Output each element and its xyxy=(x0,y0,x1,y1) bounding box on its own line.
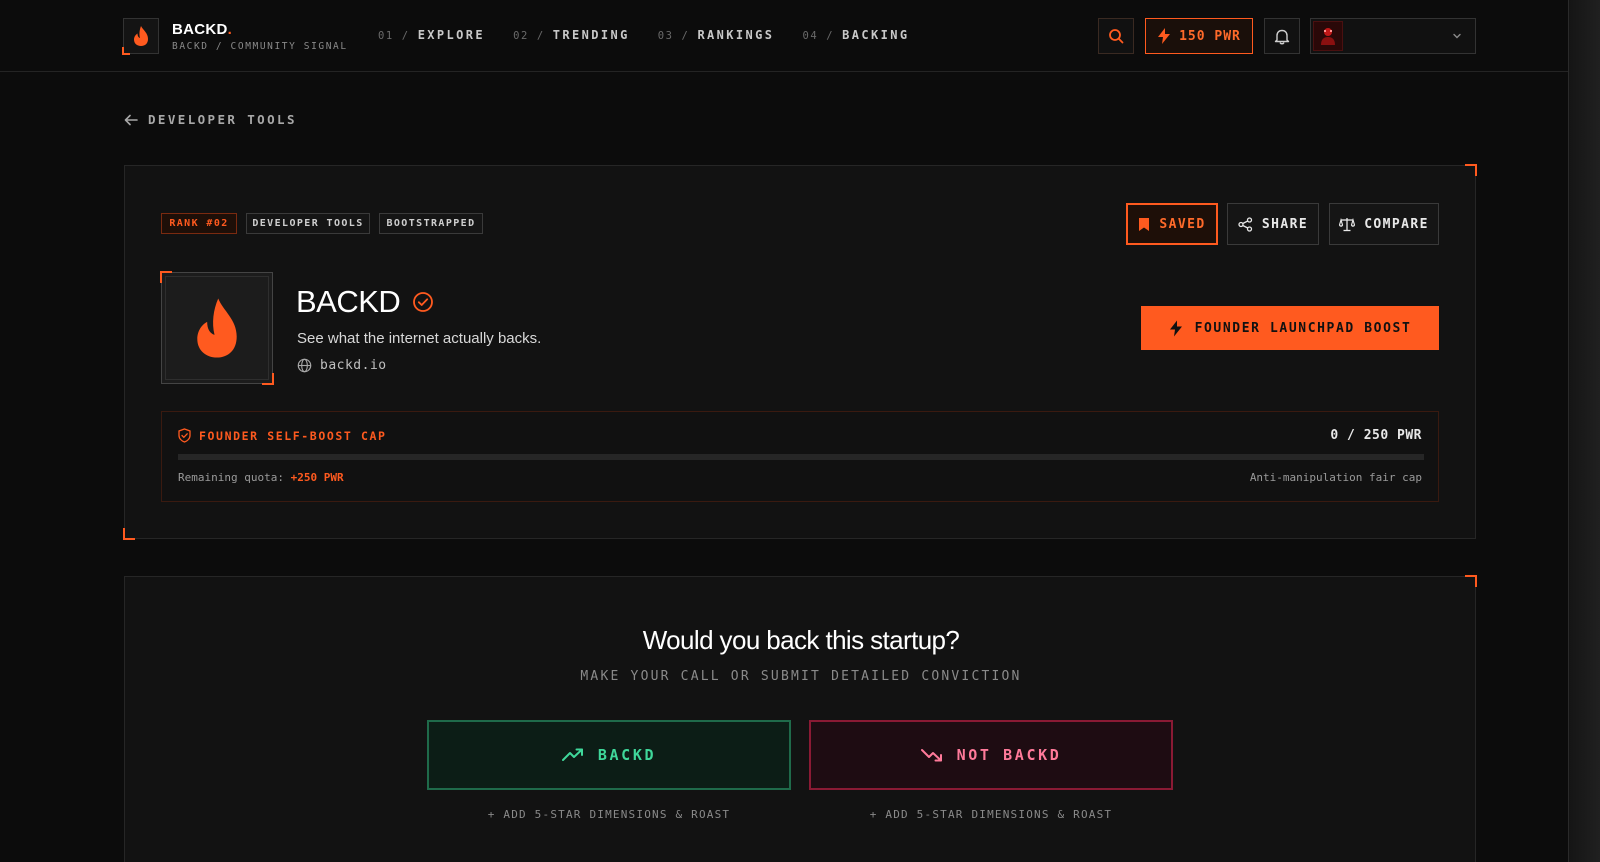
startup-logo xyxy=(160,271,274,385)
not-backd-vote-button[interactable]: NOT BACKD xyxy=(809,720,1173,790)
vote-question: Would you back this startup? xyxy=(642,625,960,655)
cap-progress-bar xyxy=(178,454,1424,460)
globe-icon xyxy=(297,358,312,373)
chevron-down-icon xyxy=(1453,33,1461,39)
cap-remaining-value: +250 PWR xyxy=(290,471,344,484)
startup-website-link[interactable]: backd.io xyxy=(297,358,387,373)
corner-accent xyxy=(122,47,130,55)
avatar-icon xyxy=(1321,28,1335,45)
nav-item-backing[interactable]: 04 / BACKING xyxy=(802,28,909,42)
power-balance-label: 150 PWR xyxy=(1179,28,1241,44)
nav-label: BACKING xyxy=(842,28,910,42)
window-edge xyxy=(1568,0,1600,862)
share-button[interactable]: SHARE xyxy=(1227,203,1319,245)
corner-accent xyxy=(160,271,172,283)
nav-label: RANKINGS xyxy=(697,28,775,42)
nav-links: 01 / EXPLORE 02 / TRENDING 03 / RANKINGS 04… xyxy=(378,28,910,42)
trend-down-icon xyxy=(920,749,942,762)
power-balance-button[interactable]: 150 PWR xyxy=(1145,18,1253,54)
arrow-left-icon xyxy=(124,114,138,125)
startup-name: BACKD xyxy=(296,284,434,320)
bolt-icon xyxy=(1169,320,1182,336)
compare-button[interactable]: COMPARE xyxy=(1329,203,1439,245)
category-tag[interactable]: DEVELOPER TOOLS xyxy=(246,213,370,234)
saved-button[interactable]: SAVED xyxy=(1126,203,1218,245)
compare-label: COMPARE xyxy=(1364,216,1429,232)
cap-remaining: Remaining quota: +250 PWR xyxy=(178,471,344,484)
avatar xyxy=(1313,21,1343,51)
startup-logo-inner xyxy=(165,276,269,380)
top-navigation: BACKD. BACKD / COMMUNITY SIGNAL 01 / EXPL… xyxy=(0,0,1600,72)
brand-name[interactable]: BACKD. xyxy=(172,21,232,38)
corner-accent xyxy=(262,373,274,385)
backd-vote-label: BACKD xyxy=(597,746,657,764)
nav-number: 04 / xyxy=(802,30,835,42)
window-edge-inner xyxy=(1568,0,1600,862)
corner-accent xyxy=(1465,575,1477,587)
cap-remaining-label: Remaining quota: xyxy=(178,471,284,484)
notifications-button[interactable] xyxy=(1264,18,1300,54)
saved-label: SAVED xyxy=(1159,216,1206,232)
trend-up-icon xyxy=(561,748,583,761)
back-link-label: DEVELOPER TOOLS xyxy=(148,112,297,127)
backd-detail-link[interactable]: + ADD 5-STAR DIMENSIONS & ROAST xyxy=(427,808,791,821)
startup-card: RANK #02 DEVELOPER TOOLS BOOTSTRAPPED SA… xyxy=(123,164,1477,540)
not-backd-detail-link[interactable]: + ADD 5-STAR DIMENSIONS & ROAST xyxy=(809,808,1173,821)
bookmark-icon xyxy=(1139,217,1150,231)
founder-launchpad-boost-button[interactable]: FOUNDER LAUNCHPAD BOOST xyxy=(1141,306,1439,350)
nav-number: 02 / xyxy=(513,30,545,42)
bell-icon xyxy=(1274,29,1290,44)
cap-note: Anti-manipulation fair cap xyxy=(1249,471,1422,484)
cap-value: 0 / 250 PWR xyxy=(1330,428,1422,443)
corner-accent xyxy=(1465,164,1477,176)
nav-number: 01 / xyxy=(378,30,410,42)
shield-icon xyxy=(178,428,191,443)
vote-subtitle: MAKE YOUR CALL OR SUBMIT DETAILED CONVIC… xyxy=(580,669,1022,684)
boost-label: FOUNDER LAUNCHPAD BOOST xyxy=(1194,320,1412,336)
stage-tag[interactable]: BOOTSTRAPPED xyxy=(379,213,483,234)
verified-icon xyxy=(413,292,434,312)
share-icon xyxy=(1238,216,1253,232)
backd-vote-button[interactable]: BACKD xyxy=(427,720,791,790)
share-label: SHARE xyxy=(1261,216,1309,232)
self-boost-cap-panel: FOUNDER SELF-BOOST CAP 0 / 250 PWR Remai… xyxy=(161,411,1439,502)
nav-label: EXPLORE xyxy=(417,28,486,42)
nav-item-rankings[interactable]: 03 / RANKINGS xyxy=(658,28,775,42)
corner-accent xyxy=(123,528,135,540)
search-icon xyxy=(1109,29,1124,44)
cap-title: FOUNDER SELF-BOOST CAP xyxy=(178,428,387,443)
nav-label: TRENDING xyxy=(552,28,630,42)
user-menu[interactable] xyxy=(1310,18,1476,54)
flame-icon xyxy=(134,26,148,46)
scale-icon xyxy=(1339,217,1356,231)
vote-card: Would you back this startup? MAKE YOUR C… xyxy=(124,575,1477,862)
search-button[interactable] xyxy=(1098,18,1134,54)
brand-subtitle: BACKD / COMMUNITY SIGNAL xyxy=(172,41,348,52)
cap-title-text: FOUNDER SELF-BOOST CAP xyxy=(199,428,387,443)
startup-tagline: See what the internet actually backs. xyxy=(297,330,542,347)
startup-name-text: BACKD xyxy=(296,284,401,319)
website-text: backd.io xyxy=(320,358,387,373)
brand-logo[interactable] xyxy=(122,18,159,55)
not-backd-vote-label: NOT BACKD xyxy=(956,746,1062,764)
bolt-icon xyxy=(1158,28,1171,44)
flame-icon xyxy=(197,298,237,358)
nav-item-trending[interactable]: 02 / TRENDING xyxy=(513,28,630,42)
rank-badge: RANK #02 xyxy=(161,213,237,234)
nav-item-explore[interactable]: 01 / EXPLORE xyxy=(378,28,485,42)
app-window: BACKD. BACKD / COMMUNITY SIGNAL 01 / EXPL… xyxy=(0,0,1600,862)
nav-number: 03 / xyxy=(657,30,690,42)
back-link[interactable]: DEVELOPER TOOLS xyxy=(124,112,297,127)
